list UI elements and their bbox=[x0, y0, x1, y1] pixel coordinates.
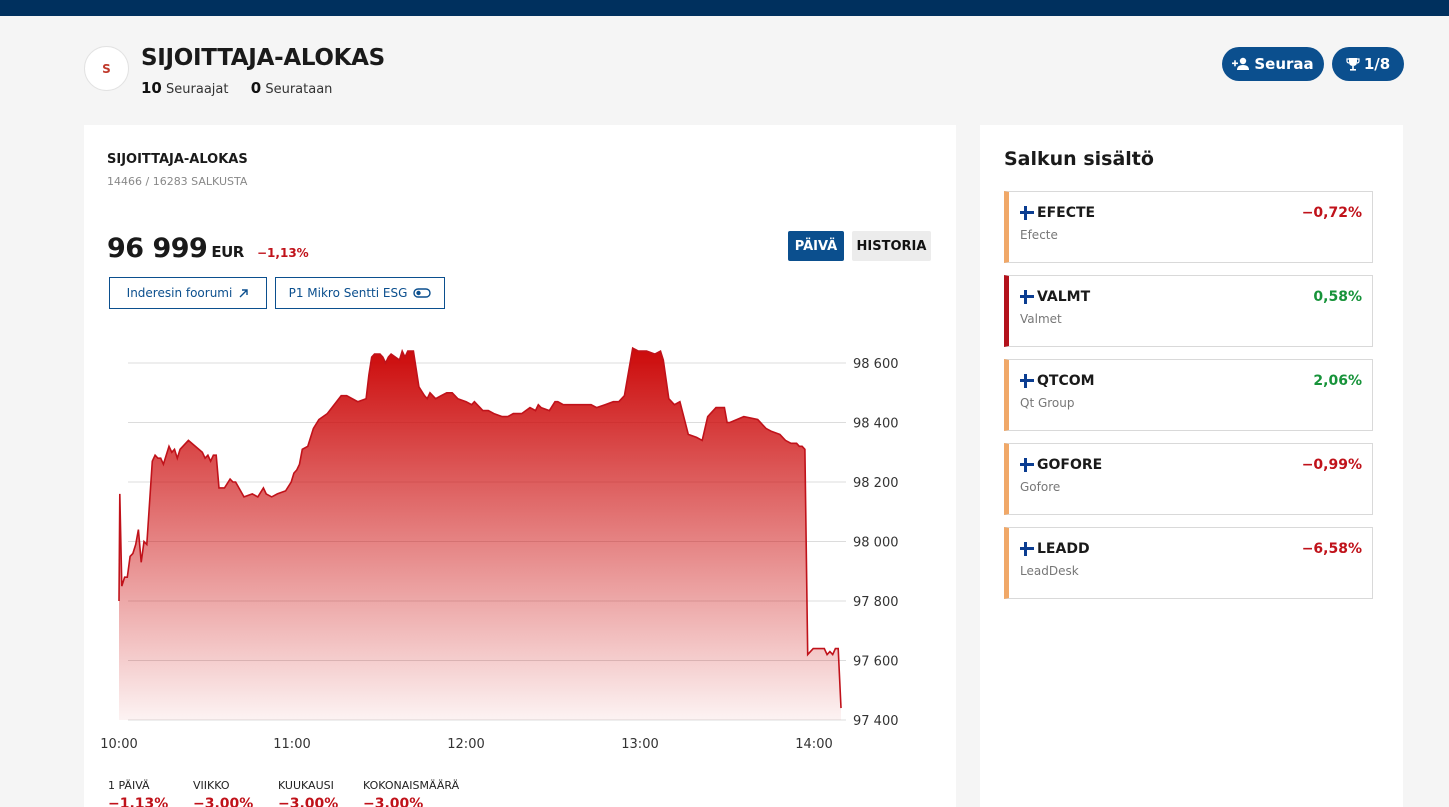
finland-flag-icon bbox=[1020, 206, 1034, 220]
holding-ticker: VALMT bbox=[1020, 289, 1090, 305]
following-count: 0 bbox=[250, 79, 262, 97]
forum-link-label: Inderesin foorumi bbox=[126, 286, 233, 300]
period-label: KUUKAUSI bbox=[278, 779, 334, 792]
finland-flag-icon bbox=[1020, 542, 1034, 556]
follower-stats: 10 Seuraajat 0 Seurataan bbox=[141, 79, 332, 97]
follow-button[interactable]: Seuraa bbox=[1222, 47, 1324, 81]
y-tick-label: 97 600 bbox=[853, 655, 899, 670]
portfolio-currency: EUR bbox=[211, 243, 244, 261]
avatar: S bbox=[84, 46, 129, 91]
finland-flag-icon bbox=[1020, 374, 1034, 388]
y-tick-label: 98 400 bbox=[853, 417, 899, 432]
followers-count: 10 bbox=[141, 79, 162, 97]
holding-company-name: LeadDesk bbox=[1020, 564, 1079, 578]
period-return: 1 PÄIVÄ −1,13% bbox=[108, 779, 193, 807]
holding-company-name: Efecte bbox=[1020, 228, 1058, 242]
period-label: 1 PÄIVÄ bbox=[108, 779, 150, 792]
external-link-icon bbox=[239, 288, 249, 297]
tab-day[interactable]: PÄIVÄ bbox=[788, 231, 844, 261]
portfolio-card: SIJOITTAJA-ALOKAS 14466 / 16283 SALKUSTA… bbox=[84, 125, 956, 807]
holding-change: −0,99% bbox=[1301, 457, 1362, 473]
period-return: KOKONAISMÄÄRÄ −3,00% bbox=[363, 779, 460, 807]
portfolio-rank: 14466 / 16283 SALKUSTA bbox=[107, 175, 248, 188]
followers-label: Seuraajat bbox=[166, 82, 229, 97]
holding-efecte[interactable]: EFECTE Efecte −0,72% bbox=[1004, 191, 1373, 263]
holding-company-name: Gofore bbox=[1020, 480, 1061, 494]
trophy-label: 1/8 bbox=[1363, 55, 1391, 73]
period-value: −1,13% bbox=[108, 796, 169, 807]
holding-change: 2,06% bbox=[1313, 373, 1362, 389]
holding-change: 0,58% bbox=[1313, 289, 1362, 305]
period-value: −3,00% bbox=[363, 796, 424, 807]
period-value: −3,00% bbox=[278, 796, 339, 807]
period-value: −3,00% bbox=[193, 796, 254, 807]
holding-ticker: EFECTE bbox=[1020, 205, 1095, 221]
holding-qtcom[interactable]: QTCOM Qt Group 2,06% bbox=[1004, 359, 1373, 431]
x-tick-label: 13:00 bbox=[621, 737, 658, 752]
tab-history[interactable]: HISTORIA bbox=[852, 231, 931, 261]
holding-valmt[interactable]: VALMT Valmet 0,58% bbox=[1004, 275, 1373, 347]
period-label: KOKONAISMÄÄRÄ bbox=[363, 779, 460, 792]
follow-button-label: Seuraa bbox=[1254, 55, 1314, 73]
holding-ticker: GOFORE bbox=[1020, 457, 1102, 473]
x-tick-label: 11:00 bbox=[273, 737, 310, 752]
y-tick-label: 98 200 bbox=[853, 476, 899, 491]
portfolio-value-amount: 96 999 bbox=[107, 233, 208, 264]
following-label: Seurataan bbox=[265, 82, 333, 97]
y-tick-label: 98 600 bbox=[853, 357, 899, 372]
holding-ticker-text: LEADD bbox=[1037, 541, 1090, 557]
x-tick-label: 12:00 bbox=[447, 737, 484, 752]
finland-flag-icon bbox=[1020, 290, 1034, 304]
holding-company-name: Qt Group bbox=[1020, 396, 1075, 410]
esg-toggle-button[interactable]: P1 Mikro Sentti ESG bbox=[275, 277, 445, 309]
holding-change: −0,72% bbox=[1301, 205, 1362, 221]
forum-link-button[interactable]: Inderesin foorumi bbox=[109, 277, 267, 309]
period-returns: 1 PÄIVÄ −1,13% VIIKKO −3,00% KUUKAUSI −3,00% K… bbox=[108, 779, 460, 807]
holding-gofore[interactable]: GOFORE Gofore −0,99% bbox=[1004, 443, 1373, 515]
holding-ticker-text: EFECTE bbox=[1037, 205, 1096, 221]
holding-change: −6,58% bbox=[1301, 541, 1362, 557]
portfolio-change: −1,13% bbox=[257, 246, 309, 260]
period-return: VIIKKO −3,00% bbox=[193, 779, 278, 807]
x-tick-label: 10:00 bbox=[100, 737, 137, 752]
holding-ticker-text: VALMT bbox=[1037, 289, 1091, 305]
trophy-icon bbox=[1346, 58, 1360, 71]
holding-leadd[interactable]: LEADD LeadDesk −6,58% bbox=[1004, 527, 1373, 599]
period-return: KUUKAUSI −3,00% bbox=[278, 779, 363, 807]
holding-ticker-text: QTCOM bbox=[1037, 373, 1095, 389]
holding-ticker-text: GOFORE bbox=[1037, 457, 1103, 473]
period-label: VIIKKO bbox=[193, 779, 230, 792]
finland-flag-icon bbox=[1020, 458, 1034, 472]
series-area bbox=[119, 348, 841, 720]
y-tick-label: 98 000 bbox=[853, 536, 899, 551]
y-tick-label: 97 400 bbox=[853, 714, 899, 729]
profile-name: SIJOITTAJA-ALOKAS bbox=[141, 45, 385, 71]
holding-ticker: QTCOM bbox=[1020, 373, 1095, 389]
trophy-button[interactable]: 1/8 bbox=[1332, 47, 1404, 81]
portfolio-value-chart: 98 600 98 400 98 200 98 000 97 800 97 600 97 4… bbox=[100, 346, 899, 752]
holding-company-name: Valmet bbox=[1020, 312, 1062, 326]
top-navigation-bar bbox=[0, 0, 1449, 16]
add-user-icon bbox=[1232, 57, 1250, 70]
x-tick-label: 14:00 bbox=[795, 737, 832, 752]
holdings-title: Salkun sisältö bbox=[1004, 148, 1154, 170]
portfolio-title: SIJOITTAJA-ALOKAS bbox=[107, 152, 248, 167]
holding-ticker: LEADD bbox=[1020, 541, 1090, 557]
portfolio-value: 96 999 EUR bbox=[107, 233, 244, 264]
esg-label: P1 Mikro Sentti ESG bbox=[288, 286, 408, 300]
y-tick-label: 97 800 bbox=[853, 595, 899, 610]
portfolio-holdings-panel: Salkun sisältö EFECTE Efecte −0,72% VALMT Va… bbox=[980, 125, 1403, 807]
toggle-icon bbox=[413, 288, 432, 298]
